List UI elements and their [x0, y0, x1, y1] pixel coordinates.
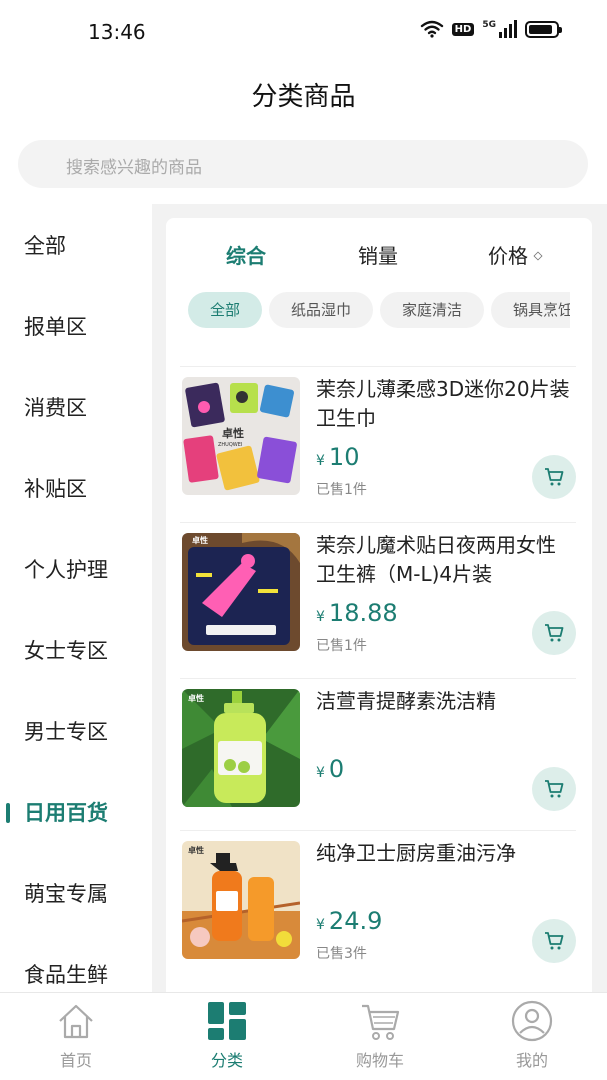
- product-sold-count: 已售3件: [316, 946, 367, 962]
- sidebar-item-label: 萌宝专属: [24, 882, 108, 906]
- product-image: 卓性: [182, 689, 300, 807]
- brand-logo-text: ZHUQWEI: [218, 442, 242, 448]
- wifi-icon: [420, 20, 443, 38]
- sidebar-item-label: 消费区: [24, 396, 87, 420]
- brand-logo-text: 卓性: [188, 693, 204, 703]
- product-item[interactable]: 卓性 ZHUQWEI 茉奈儿薄柔感3D迷你20片装卫生巾 ¥10 已售1件: [180, 366, 576, 522]
- category-icon: [208, 1002, 246, 1040]
- product-price: ¥24.9: [316, 907, 383, 935]
- search-bar: 搜索感兴趣的商品: [0, 126, 607, 204]
- sidebar-item-label: 日用百货: [24, 801, 108, 825]
- add-to-cart-button[interactable]: [532, 767, 576, 811]
- sidebar-item-label: 补贴区: [24, 477, 87, 501]
- add-to-cart-button[interactable]: [532, 455, 576, 499]
- tab-cart[interactable]: 购物车: [330, 999, 430, 1071]
- hd-badge: HD: [451, 22, 475, 36]
- cart-icon: [545, 932, 564, 950]
- bottom-tab-bar: 首页 分类 购物车 我的: [0, 992, 607, 1080]
- product-price: ¥10: [316, 443, 360, 471]
- product-image: 卓性: [182, 841, 300, 959]
- sidebar-item-label: 个人护理: [24, 558, 108, 582]
- battery-icon: [525, 20, 562, 38]
- status-bar: 13:46 HD 5G: [0, 0, 607, 64]
- sidebar-item-label: 食品生鲜: [24, 963, 108, 987]
- product-sold-count: 已售1件: [316, 638, 367, 654]
- cart-icon: [362, 1004, 400, 1040]
- chip-cookware[interactable]: 锅具烹饪: [491, 292, 570, 328]
- add-to-cart-button[interactable]: [532, 611, 576, 655]
- sidebar-item-label: 男士专区: [24, 720, 108, 744]
- home-icon: [59, 1004, 93, 1039]
- signal-icon: 5G: [482, 20, 517, 38]
- brand-logo-text: 卓性: [192, 535, 208, 545]
- product-sold-count: 已售1件: [316, 482, 367, 498]
- sidebar-item-label: 全部: [24, 234, 66, 258]
- sidebar-item-label: 女士专区: [24, 639, 108, 663]
- product-price: ¥18.88: [316, 599, 398, 627]
- sidebar-item-daily-goods[interactable]: 日用百货: [0, 783, 152, 843]
- tab-home[interactable]: 首页: [26, 999, 126, 1071]
- sort-toggle-icon: [533, 251, 543, 261]
- tab-label: 我的: [515, 1051, 548, 1070]
- product-item[interactable]: 卓性 茉奈儿魔术贴日夜两用女性卫生裤（M-L)4片装 ¥18.88 已售1件: [180, 522, 576, 678]
- sidebar-item-women[interactable]: 女士专区: [0, 621, 152, 681]
- active-indicator: [6, 803, 10, 823]
- tab-label: 购物车: [355, 1051, 404, 1070]
- page-title: 分类商品: [251, 82, 356, 112]
- chip-home-cleaning[interactable]: 家庭清洁: [380, 292, 485, 328]
- product-name: 纯净卫士厨房重油污净: [316, 841, 516, 865]
- sidebar-item-baby[interactable]: 萌宝专属: [0, 864, 152, 924]
- chip-paper-wipes[interactable]: 纸品湿巾: [269, 292, 374, 328]
- product-image: 卓性 ZHUQWEI: [182, 377, 300, 495]
- product-price: ¥0: [316, 755, 345, 783]
- sidebar-item-label: 报单区: [24, 315, 87, 339]
- cart-icon: [545, 780, 564, 798]
- tab-profile[interactable]: 我的: [482, 999, 582, 1071]
- brand-logo-text: 卓性: [222, 426, 244, 440]
- sidebar-item-consumption[interactable]: 消费区: [0, 378, 152, 438]
- sort-tab-price[interactable]: 价格: [488, 240, 543, 269]
- subcategory-chips: 全部 纸品湿巾 家庭清洁 锅具烹饪: [188, 292, 570, 330]
- status-icons: HD 5G: [420, 20, 562, 38]
- product-panel: 综合 销量 价格 全部 纸品湿巾 家庭清洁 锅具烹饪 卓性 ZHUQWEI 茉奈儿薄柔…: [166, 218, 592, 992]
- sort-tab-sales[interactable]: 销量: [358, 240, 398, 269]
- product-image: 卓性: [182, 533, 300, 651]
- status-time: 13:46: [88, 20, 146, 44]
- sort-tab-comprehensive[interactable]: 综合: [226, 240, 266, 269]
- product-item[interactable]: 卓性 洁萱青提酵素洗洁精 ¥0: [180, 678, 576, 834]
- sort-tab-price-label: 价格: [488, 244, 528, 268]
- sidebar-item-fresh-food[interactable]: 食品生鲜: [0, 945, 152, 992]
- tab-label: 分类: [210, 1051, 243, 1070]
- search-placeholder: 搜索感兴趣的商品: [66, 158, 202, 178]
- header: 分类商品: [0, 64, 607, 126]
- sidebar-item-subsidy[interactable]: 补贴区: [0, 459, 152, 519]
- sidebar-item-all[interactable]: 全部: [0, 216, 152, 276]
- search-input[interactable]: 搜索感兴趣的商品: [18, 140, 588, 188]
- sidebar-item-men[interactable]: 男士专区: [0, 702, 152, 762]
- product-item[interactable]: 卓性 纯净卫士厨房重油污净 ¥24.9 已售3件: [180, 830, 576, 986]
- brand-logo-text: 卓性: [188, 845, 204, 855]
- tab-label: 首页: [59, 1051, 92, 1070]
- network-type: 5G: [482, 20, 496, 30]
- profile-icon: [511, 1000, 553, 1042]
- chip-all[interactable]: 全部: [188, 292, 263, 328]
- product-name: 洁萱青提酵素洗洁精: [316, 689, 496, 713]
- product-name: 茉奈儿魔术贴日夜两用女性卫生裤（M-L)4片装: [316, 533, 556, 586]
- add-to-cart-button[interactable]: [532, 919, 576, 963]
- category-sidebar: 全部 报单区 消费区 补贴区 个人护理 女士专区 男士专区 日用百货 萌宝专属 …: [0, 204, 152, 992]
- product-name: 茉奈儿薄柔感3D迷你20片装卫生巾: [316, 377, 570, 430]
- sidebar-item-personal-care[interactable]: 个人护理: [0, 540, 152, 600]
- cart-icon: [545, 468, 564, 486]
- cart-icon: [545, 624, 564, 642]
- sidebar-item-declaration[interactable]: 报单区: [0, 297, 152, 357]
- tab-category[interactable]: 分类: [177, 999, 277, 1071]
